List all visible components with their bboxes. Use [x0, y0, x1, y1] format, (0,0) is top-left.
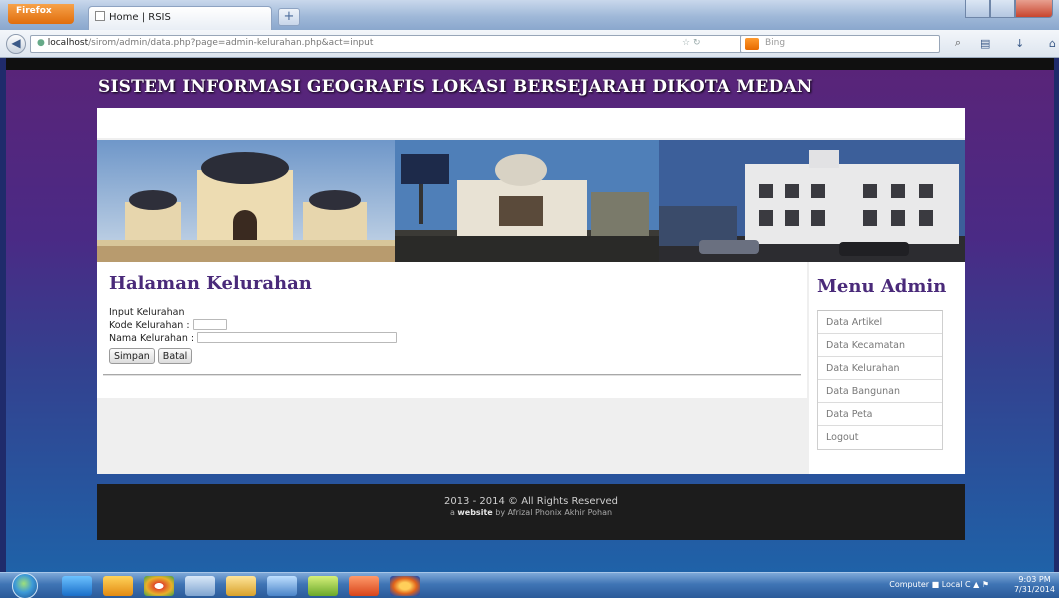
site-title: SISTEM INFORMASI GEOGRAFIS LOKASI BERSEJ… — [98, 77, 813, 97]
firefox-menu-button[interactable]: Firefox — [8, 4, 74, 24]
credit-prefix: a — [449, 508, 455, 517]
content-divider — [103, 374, 801, 376]
museum-photo — [395, 140, 659, 262]
url-bar[interactable]: ● localhost/sirom/admin/data.php?page=ad… — [30, 35, 790, 53]
search-placeholder: Bing — [765, 38, 786, 48]
network-icon[interactable]: ▲ — [973, 580, 979, 589]
flag-icon[interactable]: ⚑ — [982, 580, 989, 589]
page-viewport: SISTEM INFORMASI GEOGRAFIS LOKASI BERSEJ… — [6, 58, 1054, 572]
content-panel: Halaman Kelurahan Input Kelurahan Kode K… — [97, 262, 807, 398]
website-link[interactable]: website — [457, 508, 492, 517]
page-footer: 2013 - 2014 © All Rights Reserved a webs… — [97, 484, 965, 540]
save-button[interactable]: Simpan — [109, 348, 155, 364]
home-icon[interactable]: ⌂ — [1049, 37, 1056, 50]
header-bar — [97, 108, 965, 138]
page-title: Halaman Kelurahan — [109, 273, 312, 294]
url-bar-actions: ☆ ↻ — [682, 38, 722, 48]
menu-title: Menu Admin — [817, 276, 947, 297]
back-arrow-icon[interactable]: ◀ — [6, 34, 26, 54]
app-window-icon[interactable] — [185, 576, 215, 596]
app-icon[interactable] — [267, 576, 297, 596]
folder-icon[interactable] — [226, 576, 256, 596]
system-tray: Computer ■ Local C ▲ ⚑ — [889, 580, 989, 589]
browser-tab[interactable]: Home | RSIS — [88, 6, 272, 30]
credit-author: by Afrizal Phonix Akhir Pohan — [495, 508, 613, 517]
toolbar-icons: ▤ ↓ ⌂ — [980, 37, 1056, 50]
mosque-photo — [97, 140, 395, 262]
admin-sidebar: Menu Admin Data Artikel Data Kecamatan D… — [809, 262, 965, 474]
bookmarks-icon[interactable]: ▤ — [980, 37, 990, 50]
menu-item-logout[interactable]: Logout — [818, 426, 942, 449]
credit-text: a website by Afrizal Phonix Akhir Pohan — [97, 508, 965, 517]
url-path: /sirom/admin/data.php?page=admin-kelurah… — [88, 38, 374, 48]
copyright-text: 2013 - 2014 © All Rights Reserved — [443, 496, 619, 507]
top-strip — [6, 58, 1054, 70]
tray-drive-label[interactable]: Local C — [942, 580, 971, 589]
chrome-icon[interactable] — [144, 576, 174, 596]
nama-kelurahan-input[interactable] — [197, 332, 398, 343]
vlc-icon[interactable] — [103, 576, 133, 596]
close-window-button[interactable] — [1014, 0, 1053, 18]
kode-kelurahan-input[interactable] — [192, 319, 227, 330]
kode-kelurahan-label: Kode Kelurahan : — [109, 320, 190, 331]
search-engine-icon[interactable] — [745, 38, 759, 50]
taskbar-pinned-apps — [62, 576, 431, 596]
clock[interactable]: 9:03 PM 7/31/2014 — [1014, 575, 1055, 595]
main-container: Halaman Kelurahan Input Kelurahan Kode K… — [97, 108, 965, 474]
xampp-icon[interactable] — [349, 576, 379, 596]
clock-date: 7/31/2014 — [1013, 585, 1055, 594]
menu-item-data-artikel[interactable]: Data Artikel — [818, 311, 942, 334]
star-icon[interactable]: ☆ — [682, 38, 690, 48]
menu-item-data-kelurahan[interactable]: Data Kelurahan — [818, 357, 942, 380]
drive-icon: ■ — [931, 580, 940, 589]
new-tab-button[interactable]: + — [278, 8, 300, 26]
minimize-button[interactable] — [965, 0, 990, 18]
admin-menu: Data Artikel Data Kecamatan Data Kelurah… — [817, 310, 943, 450]
start-button[interactable] — [12, 573, 38, 598]
menu-item-data-peta[interactable]: Data Peta — [818, 403, 942, 426]
windows-taskbar: Computer ■ Local C ▲ ⚑ 9:03 PM 7/31/2014 — [0, 572, 1059, 598]
kelurahan-form: Input Kelurahan Kode Kelurahan : Nama Ke… — [109, 306, 398, 364]
menu-item-data-kecamatan[interactable]: Data Kecamatan — [818, 334, 942, 357]
identity-icon: ● — [37, 38, 48, 48]
building-photo — [659, 140, 965, 262]
ie-icon[interactable] — [62, 576, 92, 596]
browser-titlebar: Firefox Home | RSIS + — [0, 0, 1059, 30]
window-controls — [965, 0, 1053, 20]
search-icon[interactable]: ⌕ — [955, 36, 961, 50]
reload-icon[interactable]: ↻ — [693, 38, 701, 48]
tab-title: Home | RSIS — [109, 12, 171, 23]
firefox-icon[interactable] — [390, 576, 420, 596]
cancel-button[interactable]: Batal — [157, 348, 193, 364]
banner-image — [97, 140, 965, 262]
search-input[interactable]: Bing ⌕ — [740, 35, 961, 53]
form-heading: Input Kelurahan — [109, 307, 185, 318]
url-host: localhost — [47, 38, 89, 48]
download-icon[interactable]: ↓ — [1015, 37, 1024, 50]
tray-computer-label[interactable]: Computer — [889, 580, 929, 589]
favicon-icon — [95, 11, 105, 21]
maximize-button[interactable] — [989, 0, 1015, 18]
clock-time: 9:03 PM — [1018, 575, 1051, 584]
browser-navbar: ◀ ● localhost/sirom/admin/data.php?page=… — [0, 30, 1059, 58]
nama-kelurahan-label: Nama Kelurahan : — [109, 333, 195, 344]
menu-item-data-bangunan[interactable]: Data Bangunan — [818, 380, 942, 403]
green-app-icon[interactable] — [308, 576, 338, 596]
